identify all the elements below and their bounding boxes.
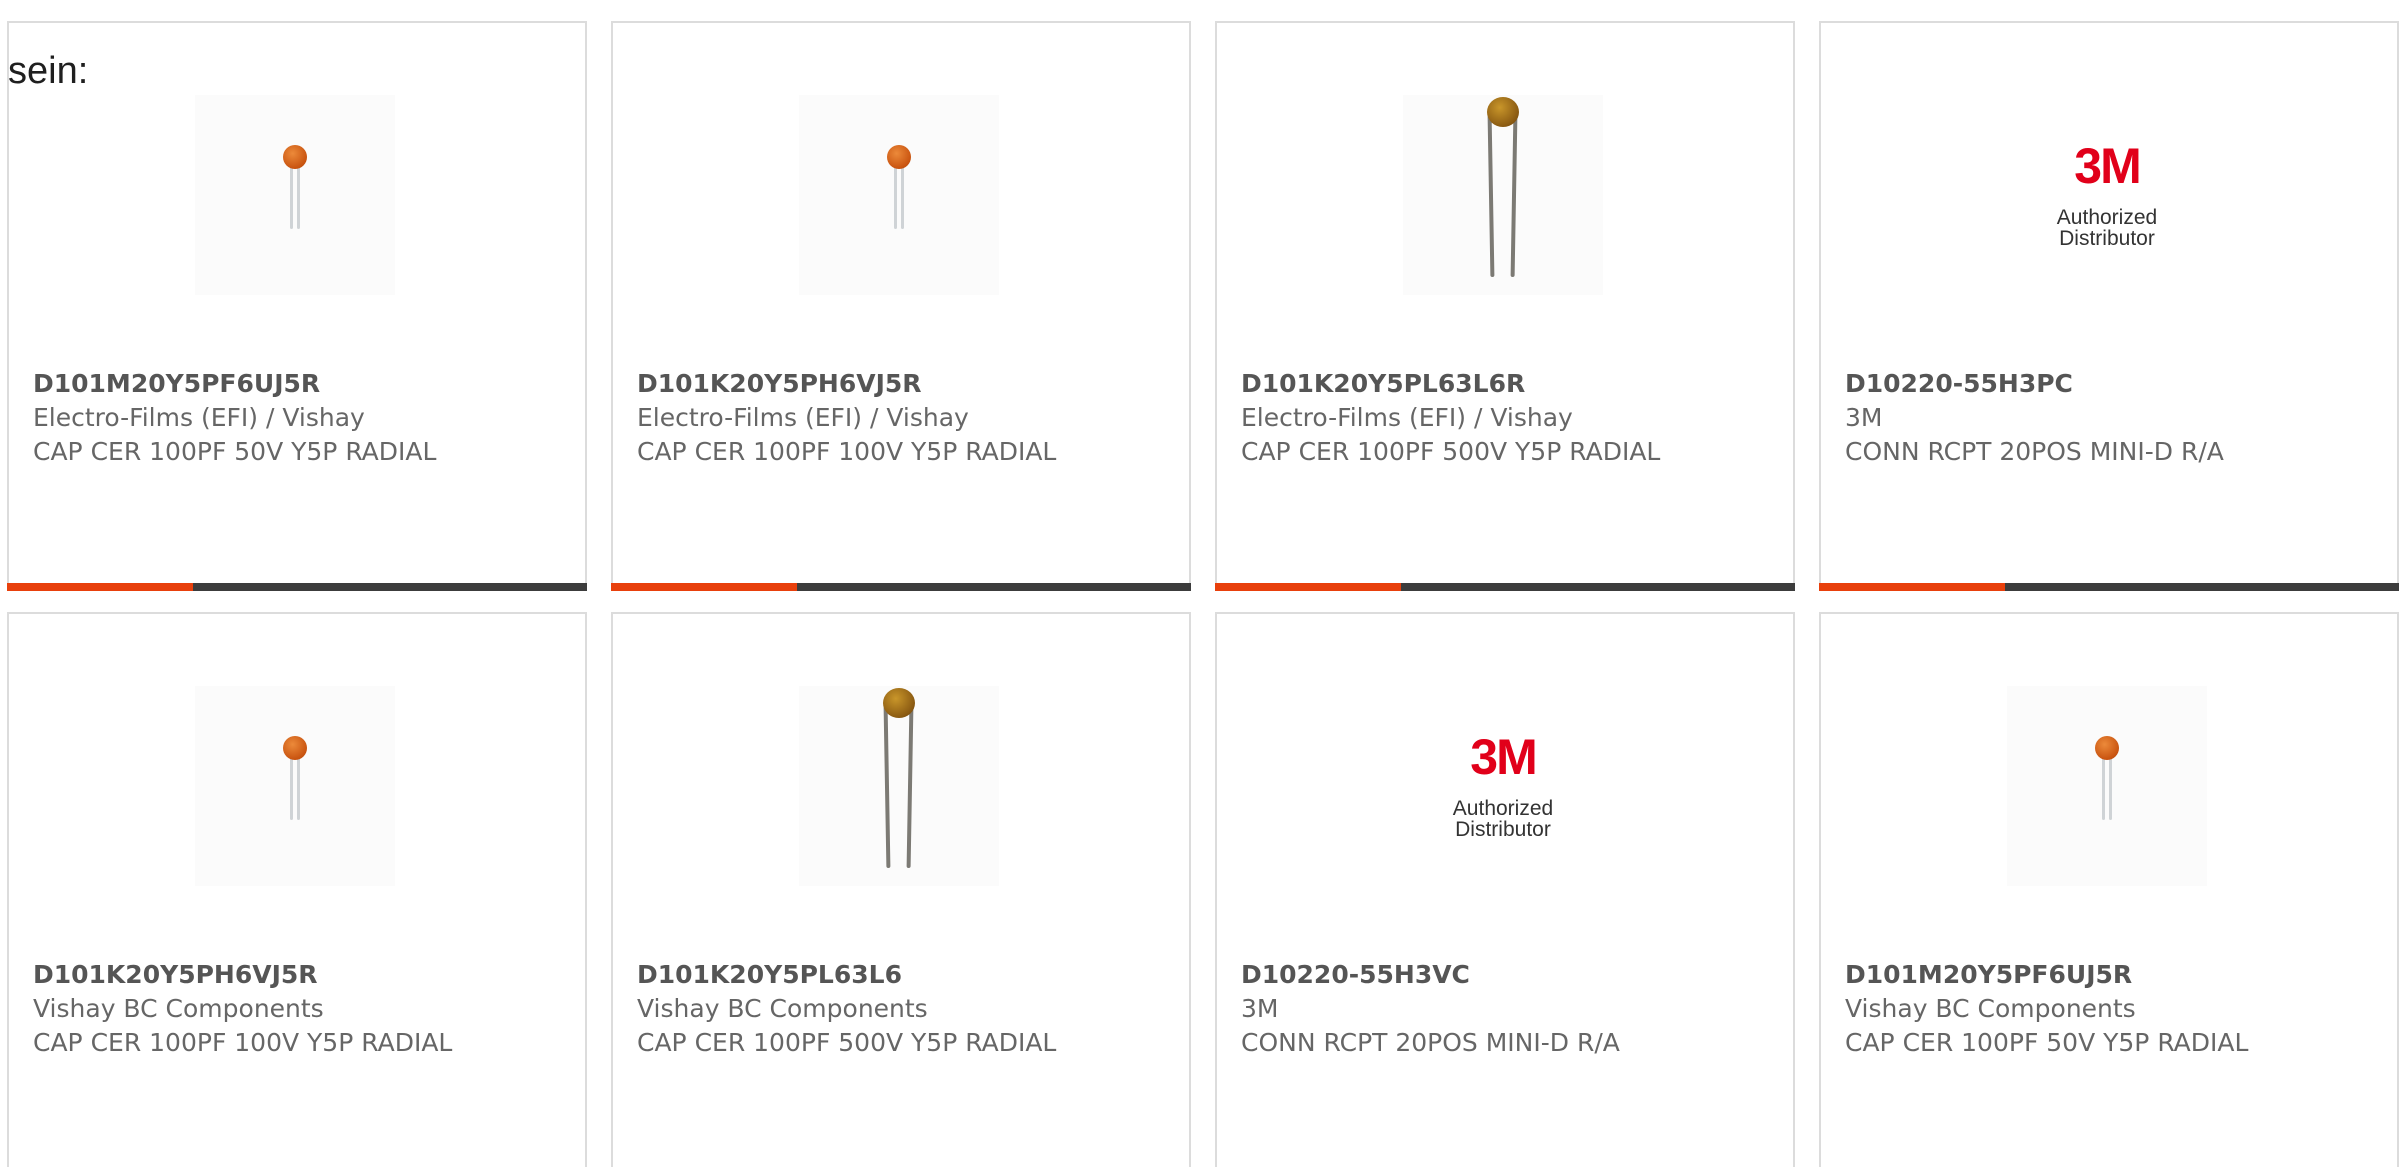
small-ceramic-capacitor-image[interactable] xyxy=(195,95,395,295)
manufacturer-name: Electro-Films (EFI) / Vishay xyxy=(1241,403,1573,432)
card-progress-bar xyxy=(611,583,1191,591)
manufacturer-name: 3M xyxy=(1845,403,1883,432)
card-progress-fill xyxy=(1215,583,1401,591)
small-ceramic-capacitor-image[interactable] xyxy=(799,95,999,295)
card-progress-bar xyxy=(1215,583,1795,591)
card-progress-fill xyxy=(611,583,797,591)
product-card[interactable]: D101M20Y5PF6UJ5R Vishay BC Components CAP … xyxy=(1819,612,2399,1167)
product-info: D10220-55H3PC 3M CONN RCPT 20POS MINI-D R/… xyxy=(1845,367,2357,469)
card-progress-fill xyxy=(1819,583,2005,591)
small-ceramic-capacitor-image[interactable] xyxy=(2007,686,2207,886)
product-info: D101M20Y5PF6UJ5R Vishay BC Components CAP … xyxy=(1845,958,2357,1060)
product-page: D101M20Y5PF6UJ5R Electro-Films (EFI) / Vi… xyxy=(0,0,2400,1167)
product-card[interactable]: D101K20Y5PH6VJ5R Electro-Films (EFI) / Vi… xyxy=(611,21,1191,591)
part-number[interactable]: D101M20Y5PF6UJ5R xyxy=(1845,958,2357,992)
product-description: CAP CER 100PF 500V Y5P RADIAL xyxy=(637,1028,1057,1057)
manufacturer-name: Vishay BC Components xyxy=(1845,994,2136,1023)
intro-text: sein: xyxy=(8,50,89,92)
product-info: D10220-55H3VC 3M CONN RCPT 20POS MINI-D R/… xyxy=(1241,958,1753,1060)
part-number[interactable]: D101K20Y5PL63L6 xyxy=(637,958,1149,992)
manufacturer-name: Vishay BC Components xyxy=(637,994,928,1023)
logo-caption: Authorized Distributor xyxy=(2056,206,2158,250)
long-lead-ceramic-capacitor-image[interactable] xyxy=(799,686,999,886)
part-number[interactable]: D101K20Y5PH6VJ5R xyxy=(33,958,545,992)
logo-caption: Authorized Distributor xyxy=(1452,797,1554,841)
product-description: CAP CER 100PF 100V Y5P RADIAL xyxy=(637,437,1057,466)
product-card[interactable]: D101K20Y5PL63L6 Vishay BC Components CAP C… xyxy=(611,612,1191,1167)
3m-logo-image[interactable]: 3M Authorized Distributor xyxy=(1403,686,1603,886)
product-description: CONN RCPT 20POS MINI-D R/A xyxy=(1845,437,2224,466)
product-card[interactable]: 3M Authorized Distributor D10220-55H3PC 3M C… xyxy=(1819,21,2399,591)
manufacturer-name: Vishay BC Components xyxy=(33,994,324,1023)
card-progress-bar xyxy=(7,583,587,591)
manufacturer-name: 3M xyxy=(1241,994,1279,1023)
part-number[interactable]: D101M20Y5PF6UJ5R xyxy=(33,367,545,401)
manufacturer-name: Electro-Films (EFI) / Vishay xyxy=(637,403,969,432)
part-number[interactable]: D10220-55H3VC xyxy=(1241,958,1753,992)
product-info: D101K20Y5PH6VJ5R Electro-Films (EFI) / Vi… xyxy=(637,367,1149,469)
product-info: D101M20Y5PF6UJ5R Electro-Films (EFI) / Vi… xyxy=(33,367,545,469)
3m-logo-image[interactable]: 3M Authorized Distributor xyxy=(2007,95,2207,295)
product-info: D101K20Y5PL63L6 Vishay BC Components CAP C… xyxy=(637,958,1149,1060)
product-description: CAP CER 100PF 50V Y5P RADIAL xyxy=(33,437,437,466)
long-lead-ceramic-capacitor-image[interactable] xyxy=(1403,95,1603,295)
manufacturer-name: Electro-Films (EFI) / Vishay xyxy=(33,403,365,432)
part-number[interactable]: D101K20Y5PL63L6R xyxy=(1241,367,1753,401)
brand-logo: 3M xyxy=(2074,138,2141,194)
product-card[interactable]: 3M Authorized Distributor D10220-55H3VC 3M C… xyxy=(1215,612,1795,1167)
product-description: CAP CER 100PF 50V Y5P RADIAL xyxy=(1845,1028,2249,1057)
small-ceramic-capacitor-image[interactable] xyxy=(195,686,395,886)
card-progress-fill xyxy=(7,583,193,591)
product-card[interactable]: D101K20Y5PL63L6R Electro-Films (EFI) / Vi… xyxy=(1215,21,1795,591)
product-description: CONN RCPT 20POS MINI-D R/A xyxy=(1241,1028,1620,1057)
card-progress-bar xyxy=(1819,583,2399,591)
product-card[interactable]: D101M20Y5PF6UJ5R Electro-Films (EFI) / Vi… xyxy=(7,21,587,591)
product-grid: D101M20Y5PF6UJ5R Electro-Films (EFI) / Vi… xyxy=(7,21,2399,1167)
part-number[interactable]: D10220-55H3PC xyxy=(1845,367,2357,401)
product-card[interactable]: D101K20Y5PH6VJ5R Vishay BC Components CAP … xyxy=(7,612,587,1167)
product-description: CAP CER 100PF 500V Y5P RADIAL xyxy=(1241,437,1661,466)
product-info: D101K20Y5PL63L6R Electro-Films (EFI) / Vi… xyxy=(1241,367,1753,469)
product-description: CAP CER 100PF 100V Y5P RADIAL xyxy=(33,1028,453,1057)
part-number[interactable]: D101K20Y5PH6VJ5R xyxy=(637,367,1149,401)
product-info: D101K20Y5PH6VJ5R Vishay BC Components CAP … xyxy=(33,958,545,1060)
brand-logo: 3M xyxy=(1470,729,1537,785)
